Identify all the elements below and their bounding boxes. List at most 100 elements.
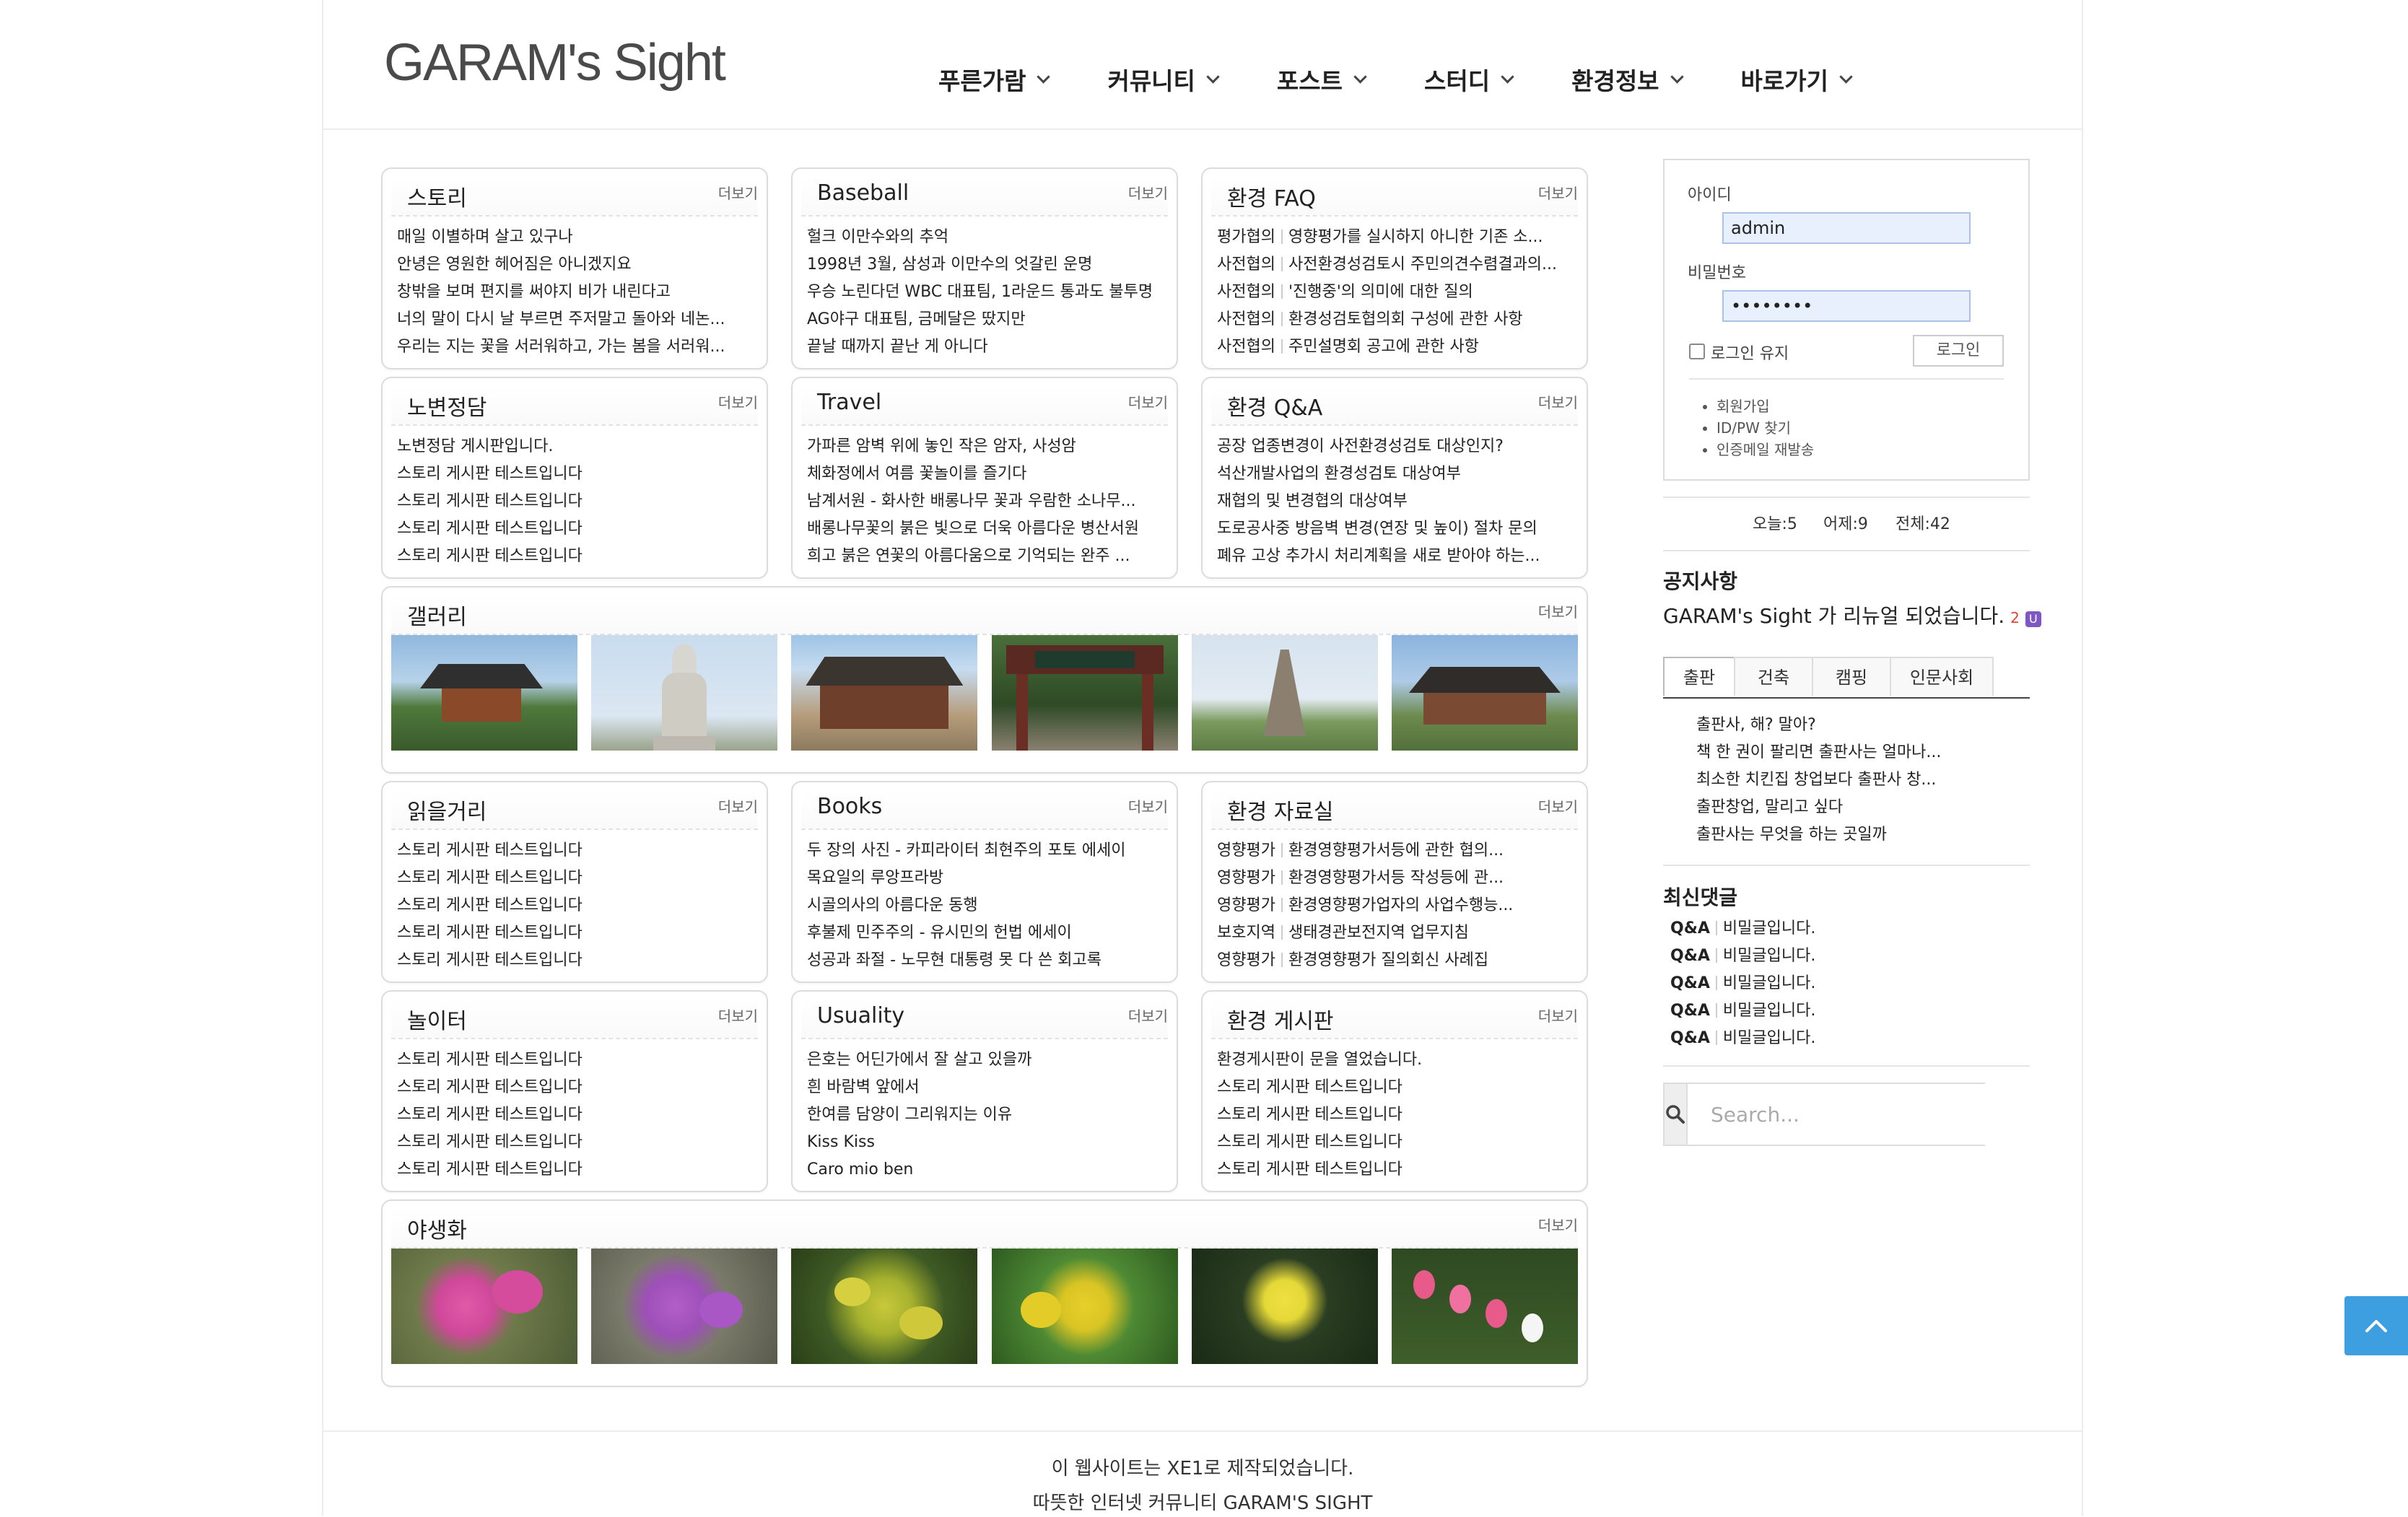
post-link[interactable]: 우리는 지는 꽃을 서러워하고, 가는 봄을 서러워... — [397, 333, 752, 361]
post-link[interactable]: 석산개발사업의 환경성검토 대상여부 — [1217, 460, 1572, 488]
post-link[interactable]: 사전협의 주민설명회 공고에 관한 사항 — [1217, 333, 1572, 361]
post-link[interactable]: Caro mio ben — [807, 1156, 1162, 1184]
panel-title[interactable]: Usuality — [817, 1003, 904, 1028]
post-link[interactable]: 성공과 좌절 - 노무현 대통령 못 다 쓴 회고록 — [807, 947, 1162, 974]
post-link[interactable]: 스토리 게시판 테스트입니다 — [397, 515, 752, 543]
more-link[interactable]: 더보기 — [1128, 391, 1168, 412]
comment-item[interactable]: Q&A 비밀글입니다. — [1670, 915, 1815, 943]
post-link[interactable]: 사전협의 사전환경성검토시 주민의견수렴결과의... — [1217, 251, 1572, 279]
panel-title[interactable]: 환경 게시판 — [1227, 1003, 1334, 1035]
post-link[interactable]: 희고 붉은 연꽃의 아름다움으로 기억되는 완주 ... — [807, 543, 1162, 570]
post-link[interactable]: 1998년 3월, 삼성과 이만수의 엇갈린 운명 — [807, 251, 1162, 279]
back-to-top-button[interactable] — [2344, 1296, 2408, 1355]
tab-camping[interactable]: 캠핑 — [1812, 657, 1891, 696]
post-link[interactable]: 스토리 게시판 테스트입니다 — [397, 892, 752, 919]
post-link[interactable]: 스토리 게시판 테스트입니다 — [397, 919, 752, 947]
panel-title[interactable]: 놀이터 — [407, 1003, 467, 1035]
more-link[interactable]: 더보기 — [718, 1005, 758, 1026]
post-link[interactable]: 최소한 치킨집 창업보다 출판사 창... — [1696, 766, 1941, 794]
gallery-thumbnail[interactable] — [1191, 635, 1378, 751]
post-link[interactable]: AG야구 대표팀, 금메달은 땄지만 — [807, 306, 1162, 333]
more-link[interactable]: 더보기 — [718, 182, 758, 203]
nav-item-post[interactable]: 포스트 — [1277, 62, 1367, 97]
more-link[interactable]: 더보기 — [1538, 795, 1578, 816]
post-link[interactable]: 사전협의 환경성검토협의회 구성에 관한 사항 — [1217, 306, 1572, 333]
panel-title[interactable]: 갤러리 — [407, 599, 467, 631]
nav-item-shortcuts[interactable]: 바로가기 — [1741, 62, 1853, 97]
gallery-thumbnail[interactable] — [991, 1249, 1178, 1364]
post-link[interactable]: 스토리 게시판 테스트입니다 — [397, 947, 752, 974]
post-link[interactable]: 우승 노린다던 WBC 대표팀, 1라운드 통과도 불투명 — [807, 279, 1162, 306]
gallery-thumbnail[interactable] — [791, 1249, 978, 1364]
post-link[interactable]: 후불제 민주주의 - 유시민의 헌법 에세이 — [807, 919, 1162, 947]
gallery-thumbnail[interactable] — [391, 635, 577, 751]
keep-login-label[interactable]: 로그인 유지 — [1711, 341, 1789, 364]
nav-item-purungaram[interactable]: 푸른가람 — [938, 62, 1051, 97]
panel-title[interactable]: 스토리 — [407, 180, 467, 212]
notice-item[interactable]: GARAM's Sight 가 리뉴얼 되었습니다. 2 U — [1663, 600, 2041, 629]
post-link[interactable]: 보호지역 생태경관보전지역 업무지침 — [1217, 919, 1572, 947]
tab-publishing[interactable]: 출판 — [1663, 657, 1735, 696]
post-link[interactable]: 스토리 게시판 테스트입니다 — [1217, 1101, 1572, 1129]
post-link[interactable]: 영향평가 환경영향평가서등에 관한 협의... — [1217, 837, 1572, 865]
post-link[interactable]: 스토리 게시판 테스트입니다 — [1217, 1074, 1572, 1101]
post-link[interactable]: 한여름 담양이 그리워지는 이유 — [807, 1101, 1162, 1129]
post-link[interactable]: 스토리 게시판 테스트입니다 — [397, 865, 752, 892]
id-field[interactable] — [1722, 212, 1971, 244]
panel-title[interactable]: 환경 자료실 — [1227, 794, 1334, 826]
more-link[interactable]: 더보기 — [1538, 391, 1578, 412]
gallery-thumbnail[interactable] — [791, 635, 978, 751]
post-link[interactable]: 은호는 어딘가에서 잘 살고 있을까 — [807, 1046, 1162, 1074]
post-link[interactable]: 출판사, 해? 말아? — [1696, 712, 1941, 739]
keep-login-checkbox[interactable] — [1689, 344, 1705, 359]
more-link[interactable]: 더보기 — [1538, 1005, 1578, 1026]
post-link[interactable]: 체화정에서 여름 꽃놀이를 즐기다 — [807, 460, 1162, 488]
gallery-thumbnail[interactable] — [991, 635, 1178, 751]
more-link[interactable]: 더보기 — [718, 795, 758, 816]
post-link[interactable]: 영향평가 환경영향평가 질의회신 사례집 — [1217, 947, 1572, 974]
more-link[interactable]: 더보기 — [1538, 182, 1578, 203]
post-link[interactable]: 헐크 이만수와의 추억 — [807, 224, 1162, 251]
panel-title[interactable]: 환경 FAQ — [1227, 180, 1316, 212]
post-link[interactable]: 출판사는 무엇을 하는 곳일까 — [1696, 821, 1941, 849]
post-link[interactable]: 스토리 게시판 테스트입니다 — [397, 1046, 752, 1074]
post-link[interactable]: Kiss Kiss — [807, 1129, 1162, 1156]
nav-item-env-info[interactable]: 환경정보 — [1571, 62, 1684, 97]
post-link[interactable]: 스토리 게시판 테스트입니다 — [397, 1074, 752, 1101]
panel-title[interactable]: 야생화 — [407, 1212, 467, 1244]
panel-title[interactable]: 노변정담 — [407, 390, 487, 421]
more-link[interactable]: 더보기 — [1128, 1005, 1168, 1026]
gallery-thumbnail[interactable] — [1391, 1249, 1578, 1364]
find-id-pw-link[interactable]: ID/PW 찾기 — [1716, 417, 1814, 439]
more-link[interactable]: 더보기 — [1128, 795, 1168, 816]
nav-item-study[interactable]: 스터디 — [1424, 62, 1514, 97]
post-link[interactable]: 폐유 고상 추가시 처리계획을 새로 받아야 하는... — [1217, 543, 1572, 570]
search-button[interactable] — [1665, 1084, 1688, 1145]
site-logo[interactable]: GARAM's Sight — [384, 33, 726, 92]
nav-item-community[interactable]: 커뮤니티 — [1107, 62, 1220, 97]
post-link[interactable]: 영향평가 환경영향평가업자의 사업수행능... — [1217, 892, 1572, 919]
tab-architecture[interactable]: 건축 — [1734, 657, 1813, 696]
panel-title[interactable]: Books — [817, 794, 882, 819]
signup-link[interactable]: 회원가입 — [1716, 395, 1814, 417]
password-field[interactable] — [1722, 290, 1971, 322]
post-link[interactable]: 영향평가 환경영향평가서등 작성등에 관... — [1217, 865, 1572, 892]
more-link[interactable]: 더보기 — [1538, 600, 1578, 621]
post-link[interactable]: 노변정담 게시판입니다. — [397, 433, 752, 460]
gallery-thumbnail[interactable] — [391, 1249, 577, 1364]
post-link[interactable]: 너의 말이 다시 날 부르면 주저말고 돌아와 네논... — [397, 306, 752, 333]
post-link[interactable]: 출판창업, 말리고 싶다 — [1696, 794, 1941, 821]
post-link[interactable]: 평가협의 영향평가를 실시하지 아니한 기존 소... — [1217, 224, 1572, 251]
post-link[interactable]: 창밖을 보며 편지를 써야지 비가 내린다고 — [397, 279, 752, 306]
gallery-thumbnail[interactable] — [591, 635, 778, 751]
post-link[interactable]: 매일 이별하며 살고 있구나 — [397, 224, 752, 251]
gallery-thumbnail[interactable] — [1191, 1249, 1378, 1364]
more-link[interactable]: 더보기 — [1538, 1214, 1578, 1235]
panel-title[interactable]: 환경 Q&A — [1227, 390, 1322, 421]
more-link[interactable]: 더보기 — [1128, 182, 1168, 203]
search-input[interactable] — [1688, 1084, 1986, 1145]
gallery-thumbnail[interactable] — [591, 1249, 778, 1364]
post-link[interactable]: 남계서원 - 화사한 배롱나무 꽃과 우람한 소나무... — [807, 488, 1162, 515]
panel-title[interactable]: 읽을거리 — [407, 794, 487, 826]
post-link[interactable]: 스토리 게시판 테스트입니다 — [397, 488, 752, 515]
